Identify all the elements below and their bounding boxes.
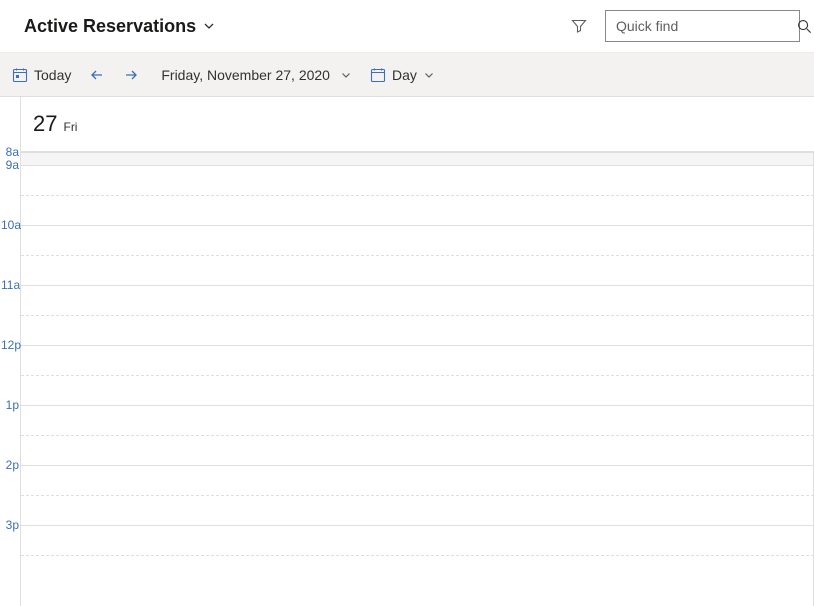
view-selector[interactable]: Active Reservations	[24, 16, 216, 37]
day-header: 27 Fri	[21, 97, 814, 152]
today-label: Today	[34, 67, 71, 83]
chevron-down-icon	[202, 19, 216, 33]
hour-row[interactable]: 11a	[21, 285, 814, 345]
chevron-down-icon	[340, 69, 352, 81]
next-button[interactable]	[115, 59, 147, 91]
day-name: Fri	[63, 120, 77, 134]
hour-row[interactable]: 12p	[21, 345, 814, 405]
filter-button[interactable]	[563, 10, 595, 42]
view-mode-label: Day	[392, 67, 417, 83]
time-grid[interactable]: 8a 9a 10a 11a 12p 1p 2p 3p	[21, 152, 814, 606]
search-box[interactable]	[605, 10, 800, 42]
view-mode-picker[interactable]: Day	[362, 59, 443, 91]
hour-row[interactable]: 10a	[21, 225, 814, 285]
current-date-label: Friday, November 27, 2020	[157, 67, 334, 83]
page-title: Active Reservations	[24, 16, 196, 37]
calendar-today-icon	[12, 67, 28, 83]
calendar-toolbar: Today Friday, November 27, 2020 Day	[0, 53, 814, 97]
hour-row[interactable]: 3p	[21, 525, 814, 585]
hour-label: 9a	[1, 158, 21, 172]
day-number: 27	[33, 111, 57, 137]
search-icon[interactable]	[797, 16, 812, 36]
hour-label: 12p	[1, 338, 21, 352]
prev-button[interactable]	[81, 59, 113, 91]
today-button[interactable]: Today	[4, 59, 79, 91]
hour-row[interactable]: 9a	[21, 165, 814, 225]
search-input[interactable]	[616, 18, 797, 34]
filter-icon	[571, 18, 587, 34]
hour-label: 3p	[1, 518, 21, 532]
hour-label: 11a	[1, 278, 21, 292]
hour-label: 10a	[1, 218, 21, 232]
calendar-view: 27 Fri 8a 9a 10a 11a 12p 1p 2p 3p	[20, 97, 814, 606]
arrow-left-icon	[89, 67, 105, 83]
hour-label: 2p	[1, 458, 21, 472]
arrow-right-icon	[123, 67, 139, 83]
hour-label: 8a	[1, 145, 21, 159]
page-header: Active Reservations	[0, 0, 814, 53]
calendar-icon	[370, 67, 386, 83]
hour-row[interactable]: 1p	[21, 405, 814, 465]
hour-label: 1p	[1, 398, 21, 412]
hour-row[interactable]: 8a	[21, 152, 814, 165]
chevron-down-icon	[423, 69, 435, 81]
hour-row[interactable]: 2p	[21, 465, 814, 525]
date-picker[interactable]: Friday, November 27, 2020	[149, 59, 360, 91]
